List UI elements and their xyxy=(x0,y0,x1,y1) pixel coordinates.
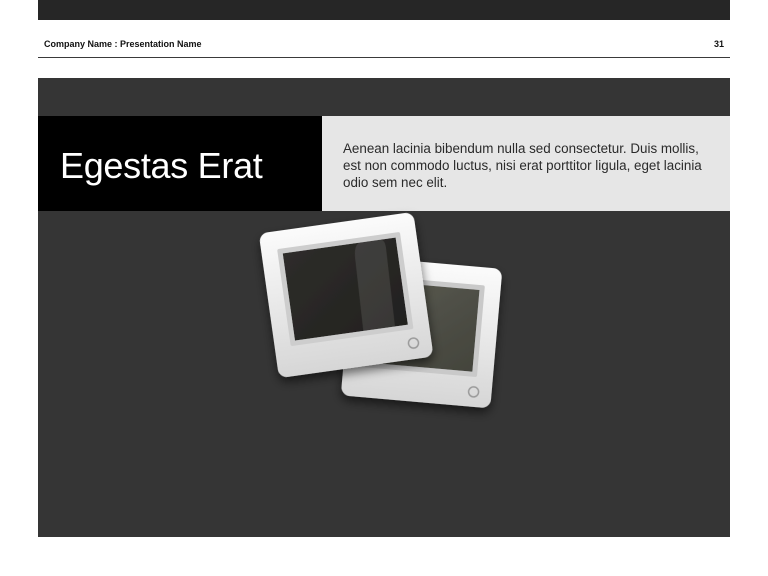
presentation-name: Company Name : Presentation Name xyxy=(44,39,202,49)
top-bar xyxy=(38,0,730,20)
page-number: 31 xyxy=(713,39,724,49)
description-block: Aenean lacinia bibendum nulla sed consec… xyxy=(322,116,730,211)
page-header: Company Name : Presentation Name 31 xyxy=(38,30,730,58)
slide-description: Aenean lacinia bibendum nulla sed consec… xyxy=(343,141,702,190)
slide-canvas: Egestas Erat Aenean lacinia bibendum nul… xyxy=(38,78,730,537)
title-block: Egestas Erat xyxy=(38,116,322,211)
front-slide xyxy=(259,213,433,377)
slide-title: Egestas Erat xyxy=(60,145,263,186)
photo-slides-icon xyxy=(259,213,502,408)
